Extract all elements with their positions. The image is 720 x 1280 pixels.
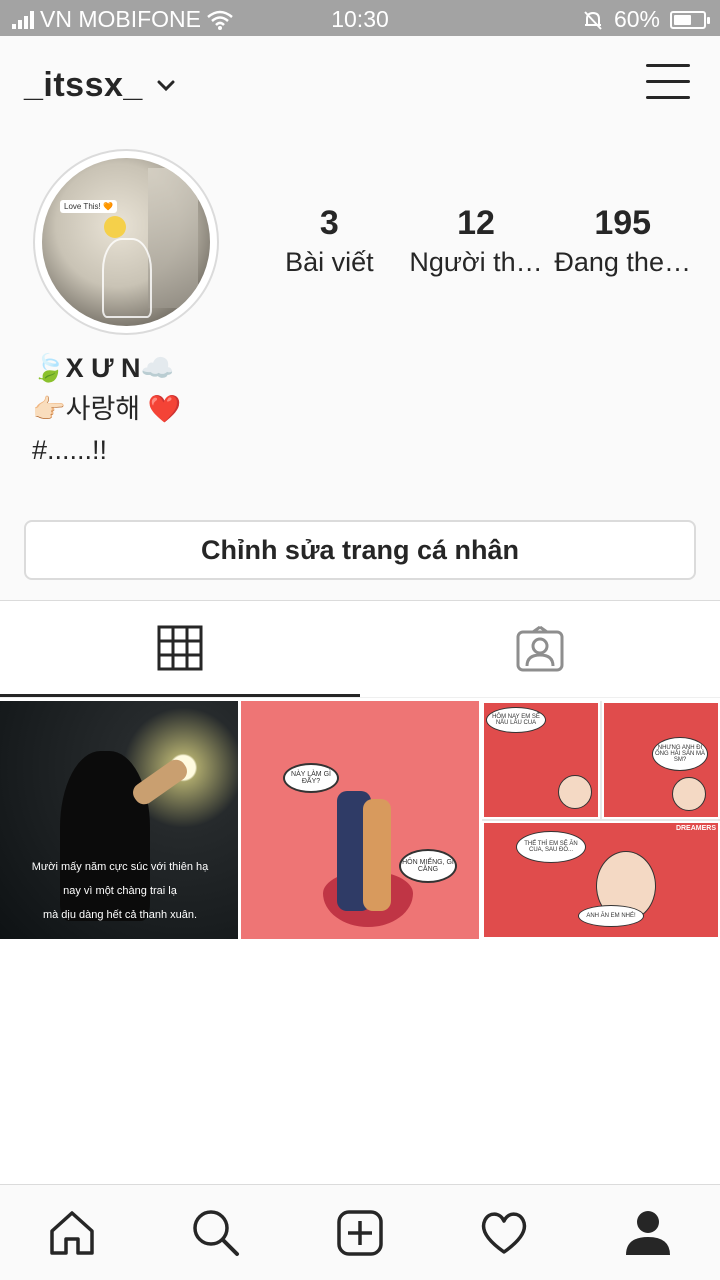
mute-bell-icon xyxy=(584,10,602,30)
stat-followers-label: Người th… xyxy=(409,247,543,277)
tagged-person-icon xyxy=(516,626,564,672)
post-grid: Mười mấy năm cực súc với thiên hạ nay vì… xyxy=(0,701,720,939)
avatar-ring[interactable]: Love This! 🧡 xyxy=(33,149,219,335)
profile-icon xyxy=(626,1210,670,1255)
home-icon xyxy=(50,1210,94,1255)
add-post-icon xyxy=(337,1209,383,1256)
username: _itssx_ xyxy=(24,66,143,104)
post-thumbnail[interactable]: Mười mấy năm cực súc với thiên hạ nay vì… xyxy=(0,701,238,939)
post-thumbnail[interactable]: NÀY LÀM GÌ ĐẤY? HÔN MIẾNG, GÌ CĂNG xyxy=(241,701,479,939)
nav-home[interactable] xyxy=(0,1185,144,1280)
speech-bubble: HÔM NAY EM SẼ NẤU LẨU CUA xyxy=(486,707,546,733)
bio-line: 👉🏻사랑해 ❤️ xyxy=(32,394,182,424)
profile-section: Love This! 🧡 3 Bài viết 12 Người th… 195… xyxy=(0,136,720,600)
tab-grid[interactable] xyxy=(0,601,360,697)
status-right: 60% xyxy=(582,6,710,33)
avatar: Love This! 🧡 xyxy=(42,158,210,326)
heart-icon xyxy=(481,1211,527,1254)
grid-icon xyxy=(157,625,203,670)
post-caption: Mười mấy năm cực súc với thiên hạ nay vì… xyxy=(31,861,209,921)
profile-stats: 3 Bài viết 12 Người th… 195 Đang the… xyxy=(256,202,696,280)
nav-search[interactable] xyxy=(144,1185,288,1280)
avatar-sticker-text: Love This! 🧡 xyxy=(60,200,117,213)
sun-sticker xyxy=(104,216,126,238)
chevron-down-icon xyxy=(157,80,175,91)
hamburger-icon xyxy=(646,64,690,67)
edit-profile-button[interactable]: Chỉnh sửa trang cá nhân xyxy=(24,520,696,580)
stat-followers[interactable]: 12 Người th… xyxy=(403,202,550,280)
account-switcher[interactable]: _itssx_ xyxy=(24,66,175,105)
stat-posts-value: 3 xyxy=(319,204,339,242)
nav-add-post[interactable] xyxy=(288,1185,432,1280)
status-bar: VN MOBIFONE 10:30 60% xyxy=(0,0,720,36)
bottom-nav xyxy=(0,1184,720,1280)
stat-following-value: 195 xyxy=(594,204,652,242)
speech-bubble: ANH ĂN EM NHÉ! xyxy=(578,905,644,927)
speech-bubble: HÔN MIẾNG, GÌ CĂNG xyxy=(399,849,457,883)
profile-tabs xyxy=(0,600,720,698)
bio: 🍃X Ư N☁️ 👉🏻사랑해 ❤️ #......!! xyxy=(32,348,181,471)
figure-doodle xyxy=(102,238,152,318)
speech-bubble: NÀY LÀM GÌ ĐẤY? xyxy=(283,763,339,793)
bio-name: 🍃X Ư N☁️ xyxy=(32,353,175,383)
search-icon xyxy=(193,1209,239,1256)
menu-button[interactable] xyxy=(646,64,690,104)
brand-watermark: DREAMERS xyxy=(675,825,716,832)
speech-bubble: THẾ THÌ EM SẼ ĂN CUA, SAU ĐÓ... xyxy=(516,831,586,863)
nav-profile[interactable] xyxy=(576,1185,720,1280)
stat-posts[interactable]: 3 Bài viết xyxy=(256,202,403,280)
stat-following-label: Đang the… xyxy=(554,247,691,277)
stat-following[interactable]: 195 Đang the… xyxy=(549,202,696,280)
battery-icon xyxy=(670,10,710,29)
stat-posts-label: Bài viết xyxy=(285,247,374,277)
battery-percent: 60% xyxy=(613,6,660,32)
nav-activity[interactable] xyxy=(432,1185,576,1280)
stat-followers-value: 12 xyxy=(457,204,495,242)
speech-bubble: NHƯNG ANH ĐI ỐNG HẢI SẢN MÀ SM? xyxy=(652,737,708,771)
profile-header: _itssx_ xyxy=(0,36,720,136)
bio-hashtag[interactable]: #......!! xyxy=(32,430,181,471)
post-thumbnail[interactable]: HÔM NAY EM SẼ NẤU LẨU CUA NHƯNG ANH ĐI Ố… xyxy=(482,701,720,939)
tab-tagged[interactable] xyxy=(360,601,720,697)
